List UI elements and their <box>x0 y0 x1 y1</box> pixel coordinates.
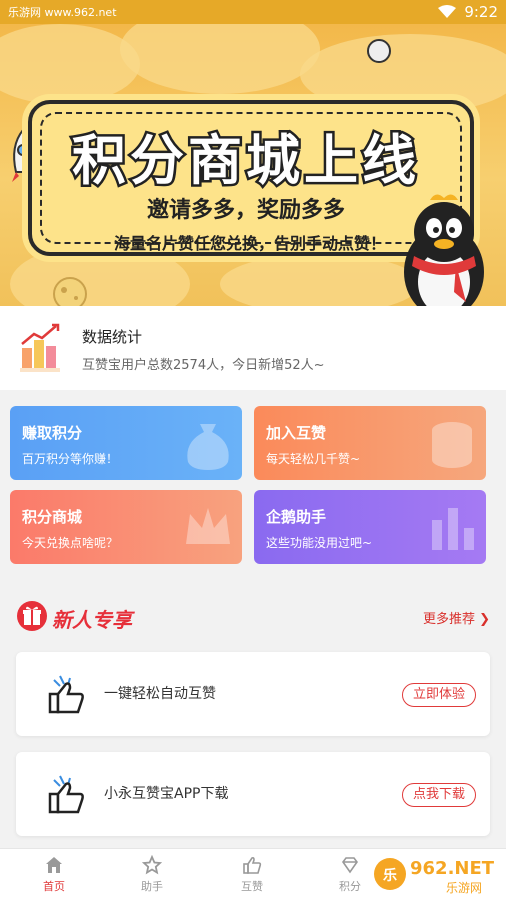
earn-points-card[interactable]: 赚取积分 百万积分等你赚！ <box>10 406 242 480</box>
points-mall-card[interactable]: 积分商城 今天兑换点啥呢？ <box>10 490 242 564</box>
coin-stack-icon <box>432 422 472 468</box>
card-title: 加入互赞 <box>266 424 327 442</box>
task-card[interactable]: 小永互赞宝APP下载 点我下载 <box>16 752 490 836</box>
money-bag-icon <box>187 424 229 470</box>
banner-subtitle-2: 海量名片赞任您兑换，告别手动点赞！ <box>113 234 386 253</box>
card-description: 今天兑换点啥呢？ <box>22 536 119 550</box>
nav-assistant[interactable]: 助手 <box>122 855 182 895</box>
moon-icon <box>367 39 391 63</box>
star-icon <box>142 855 162 875</box>
card-title: 企鹅助手 <box>266 508 327 526</box>
nav-label: 互赞 <box>241 880 263 893</box>
task-card[interactable]: 一键轻松自动互赞 立即体验 <box>16 652 490 736</box>
nav-likes[interactable]: 互赞 <box>222 855 282 895</box>
thumb-icon <box>243 856 262 874</box>
task-label: 一键轻松自动互赞 <box>104 686 216 702</box>
site-watermark-logo: 乐 962.NET 乐游网 <box>374 858 495 895</box>
stats-description: 互赞宝用户总数2574人，今日新增52人~ <box>82 358 325 373</box>
nav-home[interactable]: 首页 <box>24 855 84 895</box>
thumbs-up-icon <box>48 775 84 814</box>
download-button[interactable]: 点我下载 <box>402 783 476 807</box>
data-stats-panel[interactable]: 数据统计 互赞宝用户总数2574人，今日新增52人~ <box>0 306 506 390</box>
crown-icon <box>186 508 230 544</box>
bar-chart-icon <box>432 508 474 550</box>
status-bar-time: 9:22 <box>464 3 498 21</box>
wifi-icon <box>438 5 457 18</box>
card-description: 百万积分等你赚！ <box>22 452 119 466</box>
banner-carousel[interactable]: 积分商城上线 邀请多多，奖励多多 海量名片赞任您兑换，告别手动点赞！ <box>0 24 506 306</box>
task-label: 小永互赞宝APP下载 <box>104 786 229 802</box>
penguin-mascot-icon <box>404 194 484 306</box>
join-likes-card[interactable]: 加入互赞 每天轻松几千赞~ <box>254 406 486 480</box>
banner-title: 积分商城上线 <box>70 127 420 195</box>
planet-icon <box>53 277 87 306</box>
gift-icon <box>17 601 47 631</box>
card-description: 每天轻松几千赞~ <box>266 452 361 466</box>
status-bar: 乐游网 www.962.net 9:22 <box>0 0 506 24</box>
card-title: 赚取积分 <box>22 424 83 442</box>
more-recommendations-link[interactable]: 更多推荐 ❯ <box>423 608 490 627</box>
svg-text:962.NET: 962.NET <box>410 858 495 879</box>
section-title: 新人专享 <box>52 608 132 632</box>
try-now-button[interactable]: 立即体验 <box>402 683 476 707</box>
newcomer-section-header: 新人专享 更多推荐 ❯ <box>16 600 490 634</box>
bar-chart-icon <box>20 323 60 372</box>
svg-text:乐游网: 乐游网 <box>446 881 482 895</box>
nav-label: 积分 <box>339 880 361 893</box>
nav-label: 助手 <box>141 880 163 893</box>
svg-text:乐: 乐 <box>383 867 397 884</box>
home-icon <box>46 857 62 873</box>
banner-subtitle: 邀请多多，奖励多多 <box>146 198 345 223</box>
diamond-icon <box>342 857 358 874</box>
nav-label: 首页 <box>43 880 65 893</box>
card-title: 积分商城 <box>22 508 83 526</box>
stats-title: 数据统计 <box>82 328 143 346</box>
feature-cards: 赚取积分 百万积分等你赚！ 加入互赞 每天轻松几千赞~ 积分商城 今天兑换点啥呢… <box>10 406 490 564</box>
penguin-assistant-card[interactable]: 企鹅助手 这些功能没用过吧~ <box>254 490 486 564</box>
status-bar-source: 乐游网 www.962.net <box>8 6 117 19</box>
thumbs-up-icon <box>48 675 84 714</box>
card-description: 这些功能没用过吧~ <box>266 536 373 550</box>
